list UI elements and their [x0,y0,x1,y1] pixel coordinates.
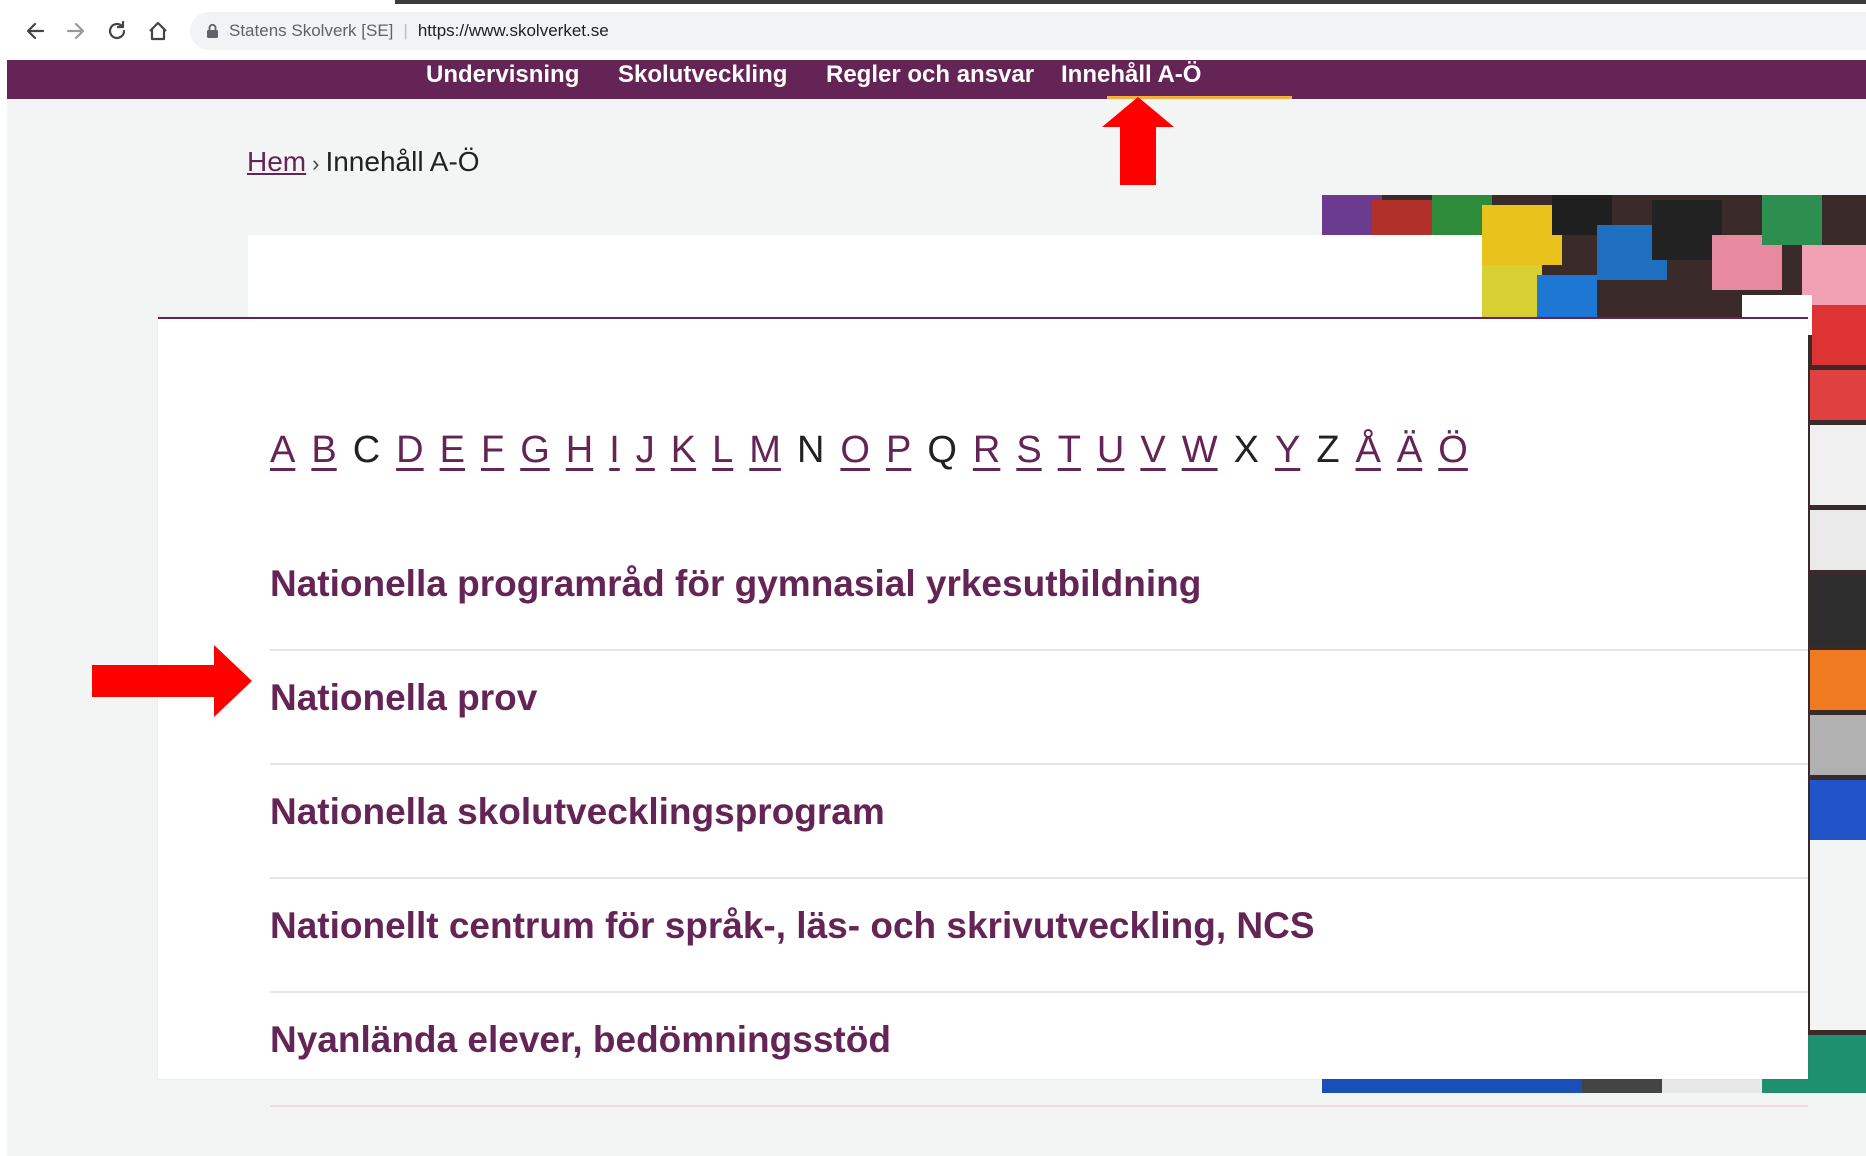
alphabet-letter-t[interactable]: T [1058,429,1081,472]
alphabet-letter-w[interactable]: W [1182,429,1218,472]
index-entry[interactable]: Nyanlända elever, bedömningsstöd [270,993,1808,1107]
index-entry-link[interactable]: Nyanlända elever, bedömningsstöd [270,1019,891,1061]
alphabet-letter-a[interactable]: A [270,429,295,472]
alphabet-letter-o[interactable]: O [840,429,870,472]
tab-strip-edge [395,0,1866,4]
index-entry[interactable]: Nationellt centrum för språk-, läs- och … [270,879,1808,993]
alphabet-filter: ABCDEFGHIJKLMNOPQRSTUVWXYZÅÄÖ [270,429,1484,479]
breadcrumb-current: Innehåll A-Ö [325,146,480,177]
reload-icon[interactable] [102,16,132,46]
lock-icon [206,23,219,39]
alphabet-letter-v[interactable]: V [1140,429,1165,472]
index-entry[interactable]: Nationella programråd för gymnasial yrke… [270,537,1808,651]
url-text[interactable]: https://www.skolverket.se [418,21,609,41]
alphabet-letter-i[interactable]: I [609,429,620,472]
index-entry[interactable]: Nationella skolutvecklingsprogram [270,765,1808,879]
alphabet-letter-e[interactable]: E [440,429,465,472]
nav-regler-och-ansvar[interactable]: Regler och ansvar [826,60,1034,99]
index-entry-link[interactable]: Nationella programråd för gymnasial yrke… [270,563,1201,605]
alphabet-letter-g[interactable]: G [520,429,550,472]
address-bar[interactable]: Statens Skolverk [SE] | https://www.skol… [190,12,1866,50]
breadcrumb-separator: › [312,151,320,176]
breadcrumb-home-link[interactable]: Hem [247,146,306,177]
annotation-arrow-right-icon [92,645,252,717]
nav-innehall-a-o[interactable]: Innehåll A-Ö [1061,60,1201,99]
breadcrumb: Hem › Innehåll A-Ö [247,146,480,178]
nav-undervisning[interactable]: Undervisning [426,60,579,99]
alphabet-letter-k[interactable]: K [671,429,696,472]
back-icon[interactable] [20,16,50,46]
alphabet-letter-x: X [1233,429,1259,471]
alphabet-letter-b[interactable]: B [311,429,336,472]
alphabet-letter-r[interactable]: R [973,429,1000,472]
address-separator: | [403,21,408,40]
annotation-arrow-up-icon [1102,97,1174,185]
alphabet-letter-q: Q [927,429,957,471]
index-entry-link[interactable]: Nationella skolutvecklingsprogram [270,791,885,833]
alphabet-letter-c: C [352,429,381,471]
index-entry-link[interactable]: Nationella prov [270,677,537,719]
alphabet-letter-l[interactable]: L [712,429,733,472]
alphabet-letter-m[interactable]: M [749,429,781,472]
site-navigation: Undervisning Skolutveckling Regler och a… [7,60,1866,101]
forward-icon[interactable] [61,16,91,46]
alphabet-letter-ö[interactable]: Ö [1438,429,1468,472]
alphabet-letter-y[interactable]: Y [1275,429,1300,472]
index-entry[interactable]: Nationella prov [270,651,1808,765]
alphabet-letter-n: N [796,429,825,471]
alphabet-letter-h[interactable]: H [566,429,593,472]
nav-skolutveckling[interactable]: Skolutveckling [618,60,787,99]
alphabet-letter-f[interactable]: F [481,429,504,472]
alphabet-letter-å[interactable]: Å [1356,429,1381,472]
site-identity: Statens Skolverk [SE] [229,21,394,40]
alphabet-letter-z: Z [1316,429,1340,471]
alphabet-letter-p[interactable]: P [886,429,911,472]
a-o-index-panel: ABCDEFGHIJKLMNOPQRSTUVWXYZÅÄÖ Nationella… [158,317,1808,1107]
index-entry-list: Nationella programråd för gymnasial yrke… [270,537,1808,1107]
alphabet-letter-s[interactable]: S [1016,429,1041,472]
browser-toolbar: Statens Skolverk [SE] | https://www.skol… [0,0,1866,60]
alphabet-letter-ä[interactable]: Ä [1397,429,1422,472]
index-entry-link[interactable]: Nationellt centrum för språk-, läs- och … [270,905,1315,947]
content-card-background [248,235,1482,325]
alphabet-letter-j[interactable]: J [636,429,655,472]
home-icon[interactable] [143,16,173,46]
alphabet-letter-d[interactable]: D [396,429,423,472]
alphabet-letter-u[interactable]: U [1097,429,1124,472]
